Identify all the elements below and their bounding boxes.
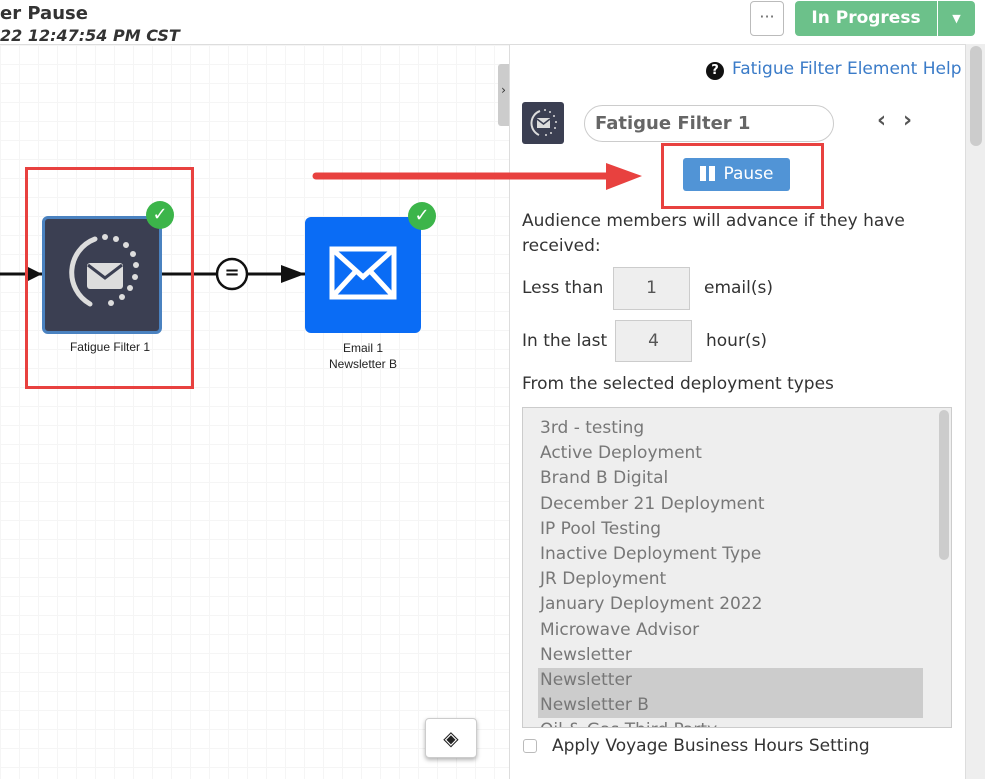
less-than-label: Less than	[522, 278, 604, 298]
listbox-option[interactable]: January Deployment 2022	[523, 592, 923, 617]
business-hours-label: Apply Voyage Business Hours Setting	[552, 736, 870, 756]
fatigue-filter-node[interactable]	[42, 216, 162, 334]
layers-icon: ◈	[443, 726, 459, 750]
email-node[interactable]	[305, 217, 421, 333]
help-link[interactable]: ? Fatigue Filter Element Help	[706, 59, 962, 80]
more-options-button[interactable]: ···	[750, 1, 784, 36]
listbox-option[interactable]: Brand B Digital	[523, 466, 923, 491]
listbox-option[interactable]: Active Deployment	[523, 441, 923, 466]
layers-button[interactable]: ◈	[425, 718, 477, 758]
help-link-text[interactable]: Fatigue Filter Element Help	[732, 59, 962, 79]
page-title: er Pause	[0, 3, 88, 24]
status-label[interactable]: In Progress	[795, 1, 937, 36]
listbox-option[interactable]: Microwave Advisor	[523, 618, 923, 643]
listbox-option[interactable]: Inactive Deployment Type	[523, 542, 923, 567]
deployment-types-label: From the selected deployment types	[522, 374, 834, 394]
listbox-option[interactable]: 3rd - testing	[523, 416, 923, 441]
in-last-label: In the last	[522, 331, 608, 351]
envelope-icon	[329, 246, 397, 300]
listbox-option[interactable]: Newsletter B	[538, 693, 923, 719]
panel-collapse-handle[interactable]: ›	[498, 64, 509, 126]
fatigue-filter-icon	[522, 102, 564, 144]
panel-scrollbar[interactable]	[965, 44, 985, 779]
description-text: Audience members will advance if they ha…	[522, 211, 905, 256]
listbox-option[interactable]: Newsletter	[538, 667, 923, 694]
listbox-option[interactable]: Newsletter	[523, 643, 923, 668]
business-hours-checkbox[interactable]	[523, 739, 537, 753]
listbox-option[interactable]: Oil & Gas Third Party	[523, 718, 923, 727]
email-unit-label: email(s)	[704, 278, 774, 298]
node-label: Fatigue Filter 1	[69, 340, 151, 354]
node-label-line: Newsletter B	[328, 357, 398, 371]
email-count-input[interactable]: 1	[613, 267, 690, 310]
previous-element-chevron-icon[interactable]: ‹	[877, 108, 886, 133]
node-label: Email 1 Newsletter B	[283, 340, 443, 372]
help-icon: ?	[706, 62, 724, 80]
check-icon: ✓	[146, 201, 174, 229]
pause-button[interactable]: Pause	[683, 158, 790, 191]
pause-label: Pause	[723, 164, 774, 184]
annotation-arrow	[312, 163, 642, 190]
hours-unit-label: hour(s)	[706, 331, 768, 351]
chevron-down-icon[interactable]: ▼	[937, 1, 975, 36]
page-subtitle-timestamp: 22 12:47:54 PM CST	[0, 26, 180, 45]
pause-icon	[699, 166, 715, 181]
listbox-option[interactable]: December 21 Deployment	[523, 492, 923, 517]
workflow-canvas[interactable]	[0, 44, 509, 779]
node-label-line: Email 1	[342, 341, 383, 355]
deployment-types-listbox[interactable]: 3rd - testing Active Deployment Brand B Di…	[522, 407, 952, 728]
listbox-option[interactable]: IP Pool Testing	[523, 517, 923, 542]
arrow-head-icon	[281, 265, 305, 283]
listbox-scrollbar[interactable]	[939, 410, 949, 560]
next-element-chevron-icon[interactable]: ›	[903, 108, 912, 133]
equals-connector[interactable]: =	[217, 262, 247, 283]
fatigue-filter-icon	[69, 234, 139, 307]
check-icon: ✓	[408, 202, 436, 230]
hours-input[interactable]: 4	[615, 320, 692, 362]
status-button[interactable]: In Progress ▼	[795, 1, 975, 36]
listbox-option[interactable]: JR Deployment	[523, 567, 923, 592]
element-name-input[interactable]: Fatigue Filter 1	[584, 105, 834, 142]
